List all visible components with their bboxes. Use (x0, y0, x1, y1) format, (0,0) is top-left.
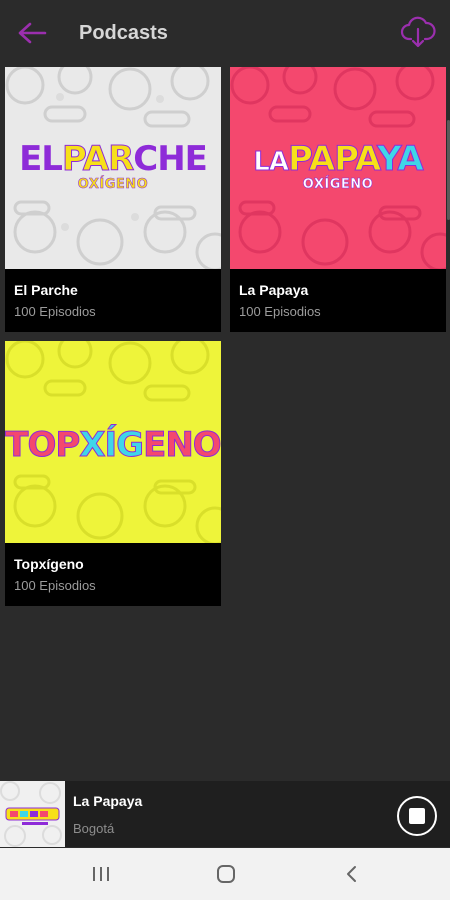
arrow-left-icon[interactable] (16, 18, 48, 48)
home-icon[interactable] (212, 862, 240, 886)
cloud-download-icon[interactable] (400, 14, 436, 50)
podcast-episode-count: 100 Episodios (14, 304, 96, 319)
cover-logo: TOPXÍGENO (5, 425, 221, 466)
podcast-episode-count: 100 Episodios (239, 304, 321, 319)
podcast-title: El Parche (14, 282, 78, 298)
podcast-title: La Papaya (239, 282, 309, 298)
page-title: Podcasts (79, 22, 168, 44)
now-playing-title: La Papaya (73, 793, 143, 809)
nav-back-icon[interactable] (338, 862, 366, 886)
podcast-card-el-parche[interactable]: ELPARCHE OXÍGENO El Parche 100 Episodios (5, 67, 221, 332)
podcast-card-la-papaya[interactable]: LAPAPAYA OXÍGENO La Papaya 100 Episodios (230, 67, 446, 332)
stop-icon (409, 808, 425, 824)
podcast-title: Topxígeno (14, 556, 84, 572)
system-nav-bar (0, 848, 450, 900)
now-playing-thumbnail (0, 781, 65, 847)
cover-sublogo: OXÍGENO (302, 177, 374, 193)
cover-sublogo: OXÍGENO (77, 177, 149, 193)
app-bar: Podcasts (0, 0, 450, 66)
stop-button[interactable] (397, 796, 437, 836)
now-playing-subtitle: Bogotá (73, 821, 115, 836)
podcast-cover: ELPARCHE OXÍGENO (5, 67, 221, 269)
recents-icon[interactable] (87, 862, 115, 886)
cover-logo: ELPARCHE (19, 139, 208, 180)
cover-logo: LAPAPAYA (253, 139, 424, 180)
podcast-card-topxigeno[interactable]: TOPXÍGENO Topxígeno 100 Episodios (5, 341, 221, 606)
podcast-cover: LAPAPAYA OXÍGENO (230, 67, 446, 269)
podcast-cover: TOPXÍGENO (5, 341, 221, 543)
podcast-episode-count: 100 Episodios (14, 578, 96, 593)
now-playing-bar[interactable]: La Papaya Bogotá (0, 781, 450, 847)
